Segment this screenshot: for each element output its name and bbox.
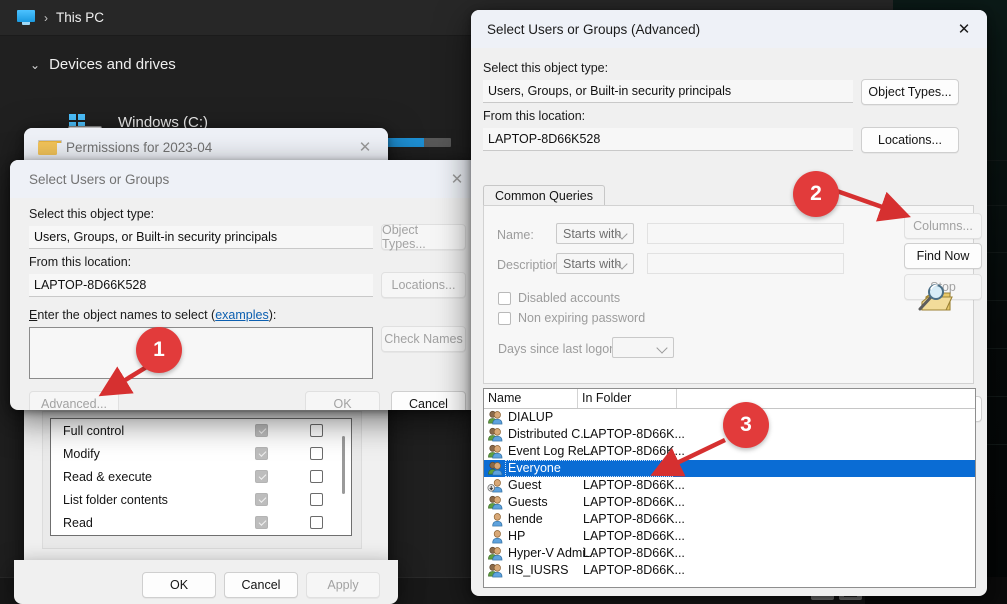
arrow-to-find-now-button [833,187,911,222]
annotation-arrows [98,187,911,477]
arrow-to-everyone-row [650,437,726,477]
annotation-marker-3: 3 [723,402,769,448]
screen-root: › This PC ⌄ Devices and drives Windows (… [0,0,1007,604]
annotation-marker-1: 1 [136,327,182,373]
annotation-marker-2: 2 [793,171,839,217]
